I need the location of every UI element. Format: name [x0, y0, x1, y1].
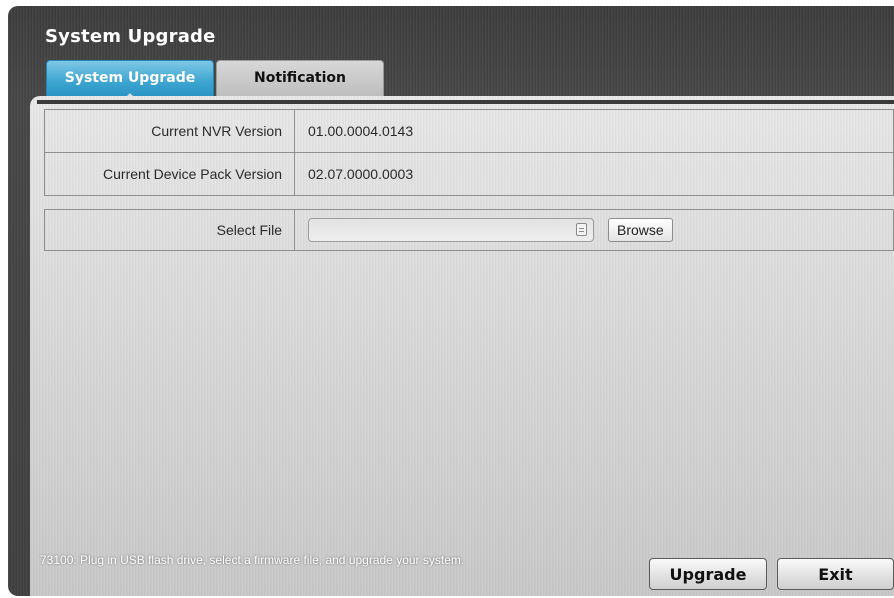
status-message: 73100: Plug in USB flash drive, select a… — [40, 553, 465, 567]
select-file-label: Select File — [45, 210, 295, 250]
browse-button[interactable]: Browse — [608, 218, 673, 242]
device-pack-version-row: Current Device Pack Version 02.07.0000.0… — [44, 153, 894, 196]
tab-notification[interactable]: Notification — [216, 60, 384, 99]
nvr-version-label: Current NVR Version — [45, 110, 295, 152]
select-file-row: Select File Browse — [44, 209, 894, 251]
panel-divider — [37, 100, 894, 104]
device-pack-version-label: Current Device Pack Version — [45, 153, 295, 195]
system-upgrade-window: System Upgrade System Upgrade Notificati… — [8, 6, 894, 596]
file-path-input[interactable] — [308, 218, 594, 242]
exit-button[interactable]: Exit — [777, 558, 894, 590]
select-file-controls: Browse — [295, 210, 893, 250]
content-panel: Current NVR Version 01.00.0004.0143 Curr… — [30, 96, 894, 596]
tab-label: Notification — [253, 69, 347, 86]
tab-label: System Upgrade — [64, 69, 196, 86]
window-title: System Upgrade — [45, 26, 216, 47]
upgrade-button[interactable]: Upgrade — [649, 558, 767, 590]
tab-system-upgrade[interactable]: System Upgrade — [46, 60, 214, 99]
file-list-icon[interactable] — [576, 223, 587, 236]
nvr-version-row: Current NVR Version 01.00.0004.0143 — [44, 109, 894, 153]
nvr-version-value: 01.00.0004.0143 — [308, 123, 414, 139]
device-pack-version-value: 02.07.0000.0003 — [308, 166, 414, 182]
